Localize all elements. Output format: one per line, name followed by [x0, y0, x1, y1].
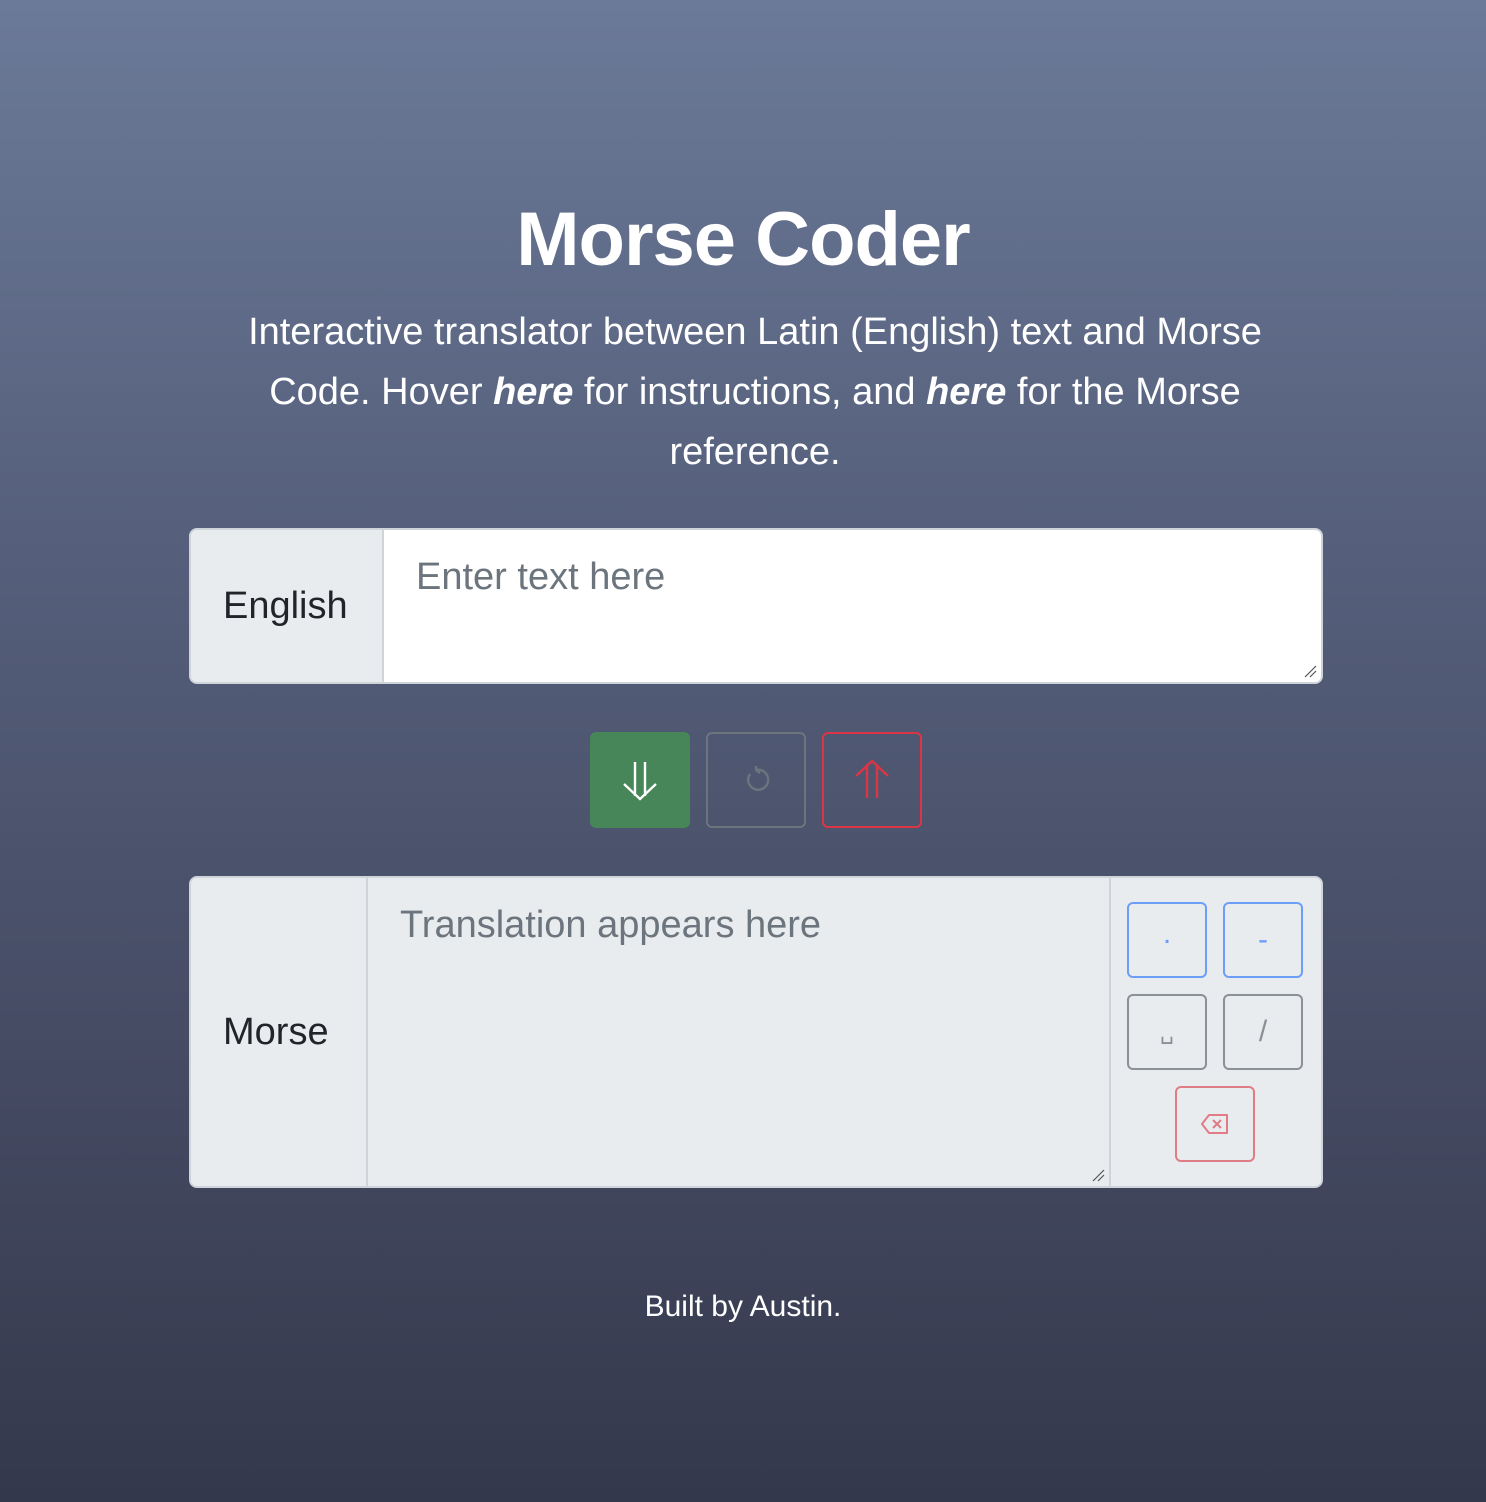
translate-up-button[interactable]	[822, 732, 922, 828]
translate-down-button[interactable]	[590, 732, 690, 828]
morse-input-group: Morse Translation appears here . - ␣ /	[189, 876, 1323, 1188]
morse-keypad: . - ␣ /	[1111, 878, 1321, 1186]
intro-text-part: for instructions, and	[573, 371, 927, 413]
instructions-hover-link[interactable]: here	[493, 371, 573, 413]
slash-key-button[interactable]: /	[1223, 994, 1303, 1070]
dash-key-label: -	[1258, 923, 1268, 956]
english-textarea[interactable]: Enter text here	[384, 530, 1321, 682]
double-arrow-up-icon	[855, 759, 889, 798]
slash-key-label: /	[1258, 1015, 1268, 1048]
space-key-label: ␣	[1160, 1019, 1174, 1044]
intro-text: Interactive translator between Latin (En…	[230, 302, 1280, 482]
page-title: Morse Coder	[516, 197, 971, 282]
reference-hover-link[interactable]: here	[926, 371, 1006, 413]
resize-grip-icon[interactable]	[1303, 664, 1317, 678]
resize-grip-icon[interactable]	[1091, 1168, 1105, 1182]
backspace-key-button[interactable]	[1175, 1086, 1255, 1162]
double-arrow-down-icon	[623, 762, 657, 801]
dot-key-label: .	[1162, 917, 1172, 950]
english-label: English	[191, 530, 384, 682]
space-key-button[interactable]: ␣	[1127, 994, 1207, 1070]
reset-icon	[747, 766, 770, 791]
morse-textarea[interactable]: Translation appears here	[368, 878, 1111, 1186]
backspace-icon	[1201, 1114, 1228, 1134]
english-placeholder: Enter text here	[416, 556, 666, 598]
reset-button[interactable]	[706, 732, 806, 828]
morse-label: Morse	[191, 878, 368, 1186]
morse-placeholder: Translation appears here	[400, 904, 822, 946]
dot-key-button[interactable]: .	[1127, 902, 1207, 978]
footer-credit: Built by Austin.	[644, 1290, 842, 1323]
dash-key-button[interactable]: -	[1223, 902, 1303, 978]
english-input-group: English Enter text here	[189, 528, 1323, 684]
